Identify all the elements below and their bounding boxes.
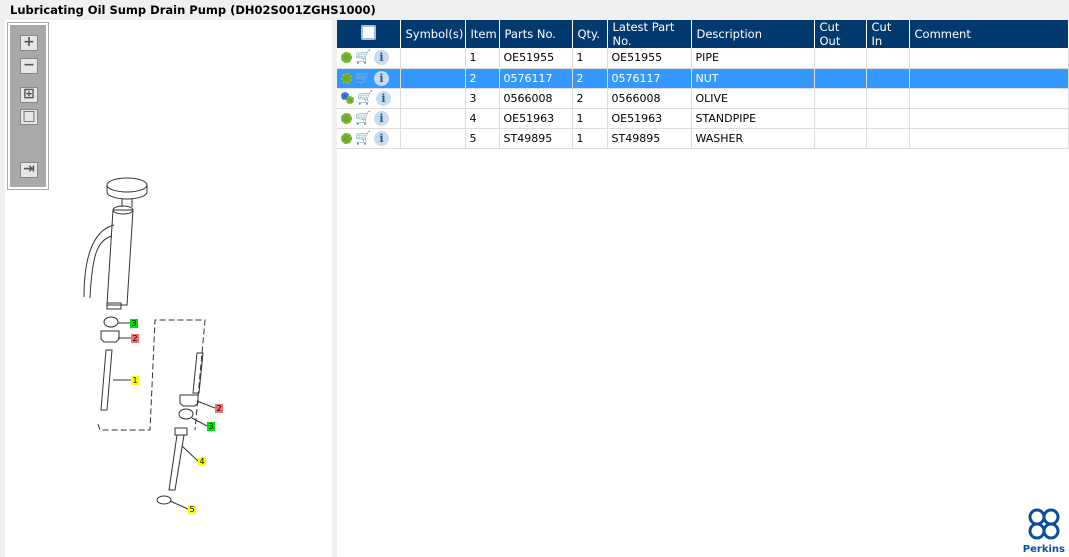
cut-in-cell xyxy=(866,128,910,149)
perkins-logo-text: Perkins xyxy=(1022,544,1065,555)
zoom-out-button[interactable]: − xyxy=(20,58,38,74)
latest-cell: OE51963 xyxy=(607,108,692,129)
cut-in-cell xyxy=(866,88,910,109)
diagram-panel[interactable]: 3 2 1 2 3 4 5 + − ⊞ □ ⇥ xyxy=(5,20,332,557)
comment-cell xyxy=(909,68,1069,89)
symbols-cell xyxy=(400,88,466,109)
gear-icon[interactable] xyxy=(341,52,352,64)
part-cell: OE51963 xyxy=(499,108,573,129)
exploded-diagram xyxy=(83,177,216,510)
latest-cell: 0566008 xyxy=(607,88,692,109)
column-header[interactable]: Cut In xyxy=(866,20,910,48)
cut-in-cell xyxy=(866,68,910,89)
cart-icon[interactable]: 🛒 xyxy=(355,71,371,86)
latest-cell: ST49895 xyxy=(607,128,692,149)
qty-cell: 2 xyxy=(572,68,608,89)
cut-out-cell xyxy=(814,108,867,129)
item-cell: 4 xyxy=(465,108,500,129)
info-icon[interactable]: i xyxy=(374,50,389,66)
page-title: Lubricating Oil Sump Drain Pump (DH02S00… xyxy=(10,3,376,17)
symbols-cell xyxy=(400,108,466,129)
item-cell: 3 xyxy=(465,88,500,109)
part-cell: ST49895 xyxy=(499,128,573,149)
callout-2[interactable]: 2 xyxy=(131,334,139,343)
qty-cell: 1 xyxy=(572,108,608,129)
part-cell: OE51955 xyxy=(499,48,573,69)
desc-cell: PIPE xyxy=(691,48,815,69)
column-header[interactable]: Item xyxy=(465,20,500,48)
cut-out-cell xyxy=(814,128,867,149)
desc-cell: STANDPIPE xyxy=(691,108,815,129)
column-header[interactable]: Symbol(s) xyxy=(400,20,466,48)
latest-cell: OE51955 xyxy=(607,48,692,69)
search-column-header[interactable] xyxy=(337,20,401,48)
desc-cell: NUT xyxy=(691,68,815,89)
perkins-logo: Perkins xyxy=(1023,507,1065,555)
cart-icon[interactable]: 🛒 xyxy=(355,111,371,126)
column-header[interactable]: Qty. xyxy=(572,20,608,48)
part-cell: 0566008 xyxy=(499,88,573,109)
export-button[interactable]: ⇥ xyxy=(20,162,38,178)
info-icon[interactable]: i xyxy=(374,130,389,146)
zoom-in-button[interactable]: + xyxy=(20,35,38,51)
symbols-cell xyxy=(400,48,466,69)
cut-out-cell xyxy=(814,48,867,69)
cut-out-cell xyxy=(814,88,867,109)
callout-5[interactable]: 5 xyxy=(188,505,196,514)
callout-3[interactable]: 3 xyxy=(130,319,138,328)
cut-in-cell xyxy=(866,108,910,129)
qty-cell: 2 xyxy=(572,88,608,109)
column-header[interactable]: Comment xyxy=(909,20,1069,48)
column-header[interactable]: Description xyxy=(691,20,815,48)
cart-icon[interactable]: 🛒 xyxy=(357,91,373,106)
table-row[interactable]: 🛒 i 2 0576117 2 0576117 NUT xyxy=(337,68,1069,89)
table-row[interactable]: 🛒 i 1 OE51955 1 OE51955 PIPE xyxy=(337,48,1069,69)
symbols-cell xyxy=(400,128,466,149)
parts-table-panel: Symbol(s) Item Parts No. Qty. Latest Part No… xyxy=(337,20,1069,557)
info-icon[interactable]: i xyxy=(374,70,389,86)
desc-cell: OLIVE xyxy=(691,88,815,109)
callout-2[interactable]: 2 xyxy=(215,404,223,413)
comment-cell xyxy=(909,48,1069,69)
perkins-logo-icon xyxy=(1028,508,1060,540)
item-cell: 5 xyxy=(465,128,500,149)
search-icon[interactable] xyxy=(360,25,376,40)
info-icon[interactable]: i xyxy=(376,90,391,106)
table-row[interactable]: 🛒 i 3 0566008 2 0566008 OLIVE xyxy=(337,88,1069,109)
cart-icon[interactable]: 🛒 xyxy=(355,50,371,65)
multi-gear-icon[interactable] xyxy=(341,92,354,104)
diagram-toolbar: + − ⊞ □ ⇥ xyxy=(7,22,49,190)
callout-4[interactable]: 4 xyxy=(198,457,206,466)
gear-icon[interactable] xyxy=(341,112,352,124)
table-row[interactable]: 🛒 i 4 OE51963 1 OE51963 STANDPIPE xyxy=(337,108,1069,129)
gear-icon[interactable] xyxy=(341,72,352,84)
cart-icon[interactable]: 🛒 xyxy=(355,131,371,146)
item-cell: 2 xyxy=(465,68,500,89)
callout-3[interactable]: 3 xyxy=(207,422,215,431)
latest-cell: 0576117 xyxy=(607,68,692,89)
table-row[interactable]: 🛒 i 5 ST49895 1 ST49895 WASHER xyxy=(337,128,1069,149)
cut-out-cell xyxy=(814,68,867,89)
info-icon[interactable]: i xyxy=(374,110,389,126)
comment-cell xyxy=(909,128,1069,149)
actual-size-button[interactable]: □ xyxy=(20,109,38,125)
comment-cell xyxy=(909,88,1069,109)
qty-cell: 1 xyxy=(572,48,608,69)
item-cell: 1 xyxy=(465,48,500,69)
desc-cell: WASHER xyxy=(691,128,815,149)
parts-table: Symbol(s) Item Parts No. Qty. Latest Part No… xyxy=(337,20,1069,149)
cut-in-cell xyxy=(866,48,910,69)
fit-view-button[interactable]: ⊞ xyxy=(20,87,38,103)
part-cell: 0576117 xyxy=(499,68,573,89)
symbols-cell xyxy=(400,68,466,89)
callout-1[interactable]: 1 xyxy=(131,376,139,385)
qty-cell: 1 xyxy=(572,128,608,149)
gear-icon[interactable] xyxy=(341,132,352,144)
column-header[interactable]: Parts No. xyxy=(499,20,573,48)
column-header[interactable]: Latest Part No. xyxy=(607,20,692,48)
column-header[interactable]: Cut Out xyxy=(814,20,867,48)
comment-cell xyxy=(909,108,1069,129)
